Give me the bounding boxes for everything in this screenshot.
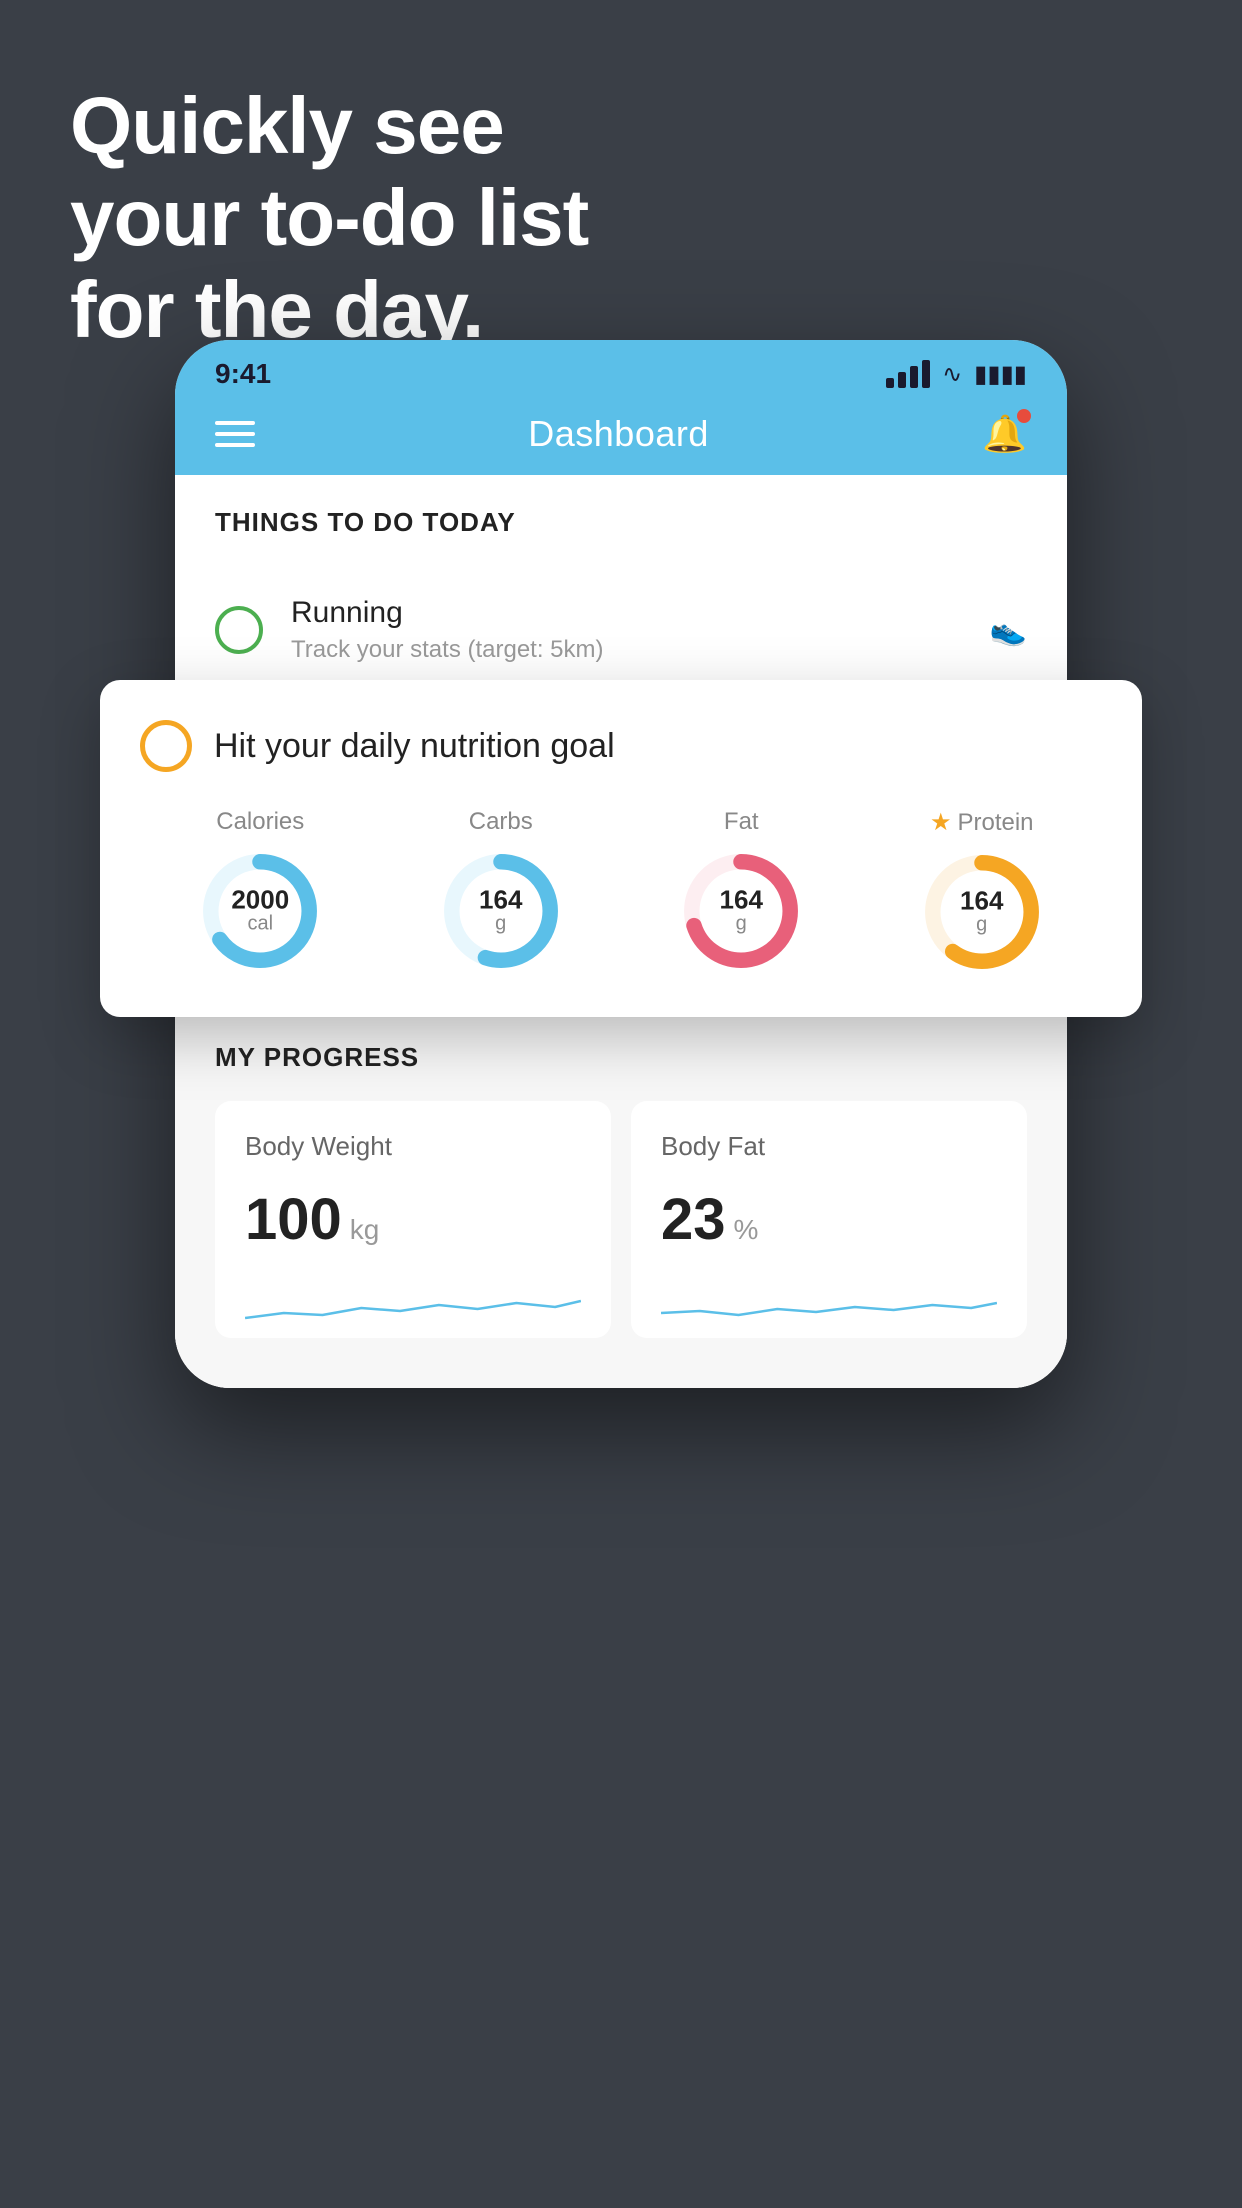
body-weight-value: 100 (245, 1186, 342, 1253)
status-bar: 9:41 ∿ ▮▮▮▮ (175, 340, 1067, 398)
calories-donut: 2000 cal (195, 846, 325, 976)
body-fat-chart (661, 1273, 997, 1333)
protein-unit: g (960, 914, 1003, 937)
nav-bar: Dashboard 🔔 (175, 398, 1067, 475)
nutrition-check-circle (140, 720, 192, 772)
nav-title: Dashboard (528, 413, 709, 455)
hero-line1: Quickly see (70, 80, 588, 172)
calories-item: Calories 2000 cal (195, 808, 325, 976)
bell-icon[interactable]: 🔔 (982, 413, 1027, 455)
calories-value: 2000 (231, 887, 289, 913)
body-weight-chart (245, 1273, 581, 1333)
status-time: 9:41 (215, 358, 271, 390)
carbs-donut: 164 g (436, 846, 566, 976)
progress-cards: Body Weight 100 kg Body Fat 23 % (215, 1101, 1027, 1338)
bell-notification-dot (1017, 409, 1031, 423)
carbs-label: Carbs (469, 808, 533, 836)
protein-value: 164 (960, 888, 1003, 914)
running-title: Running (291, 596, 990, 630)
section-title: THINGS TO DO TODAY (215, 507, 516, 537)
card-header: Hit your daily nutrition goal (140, 720, 1102, 772)
body-fat-value-row: 23 % (661, 1186, 997, 1253)
section-header: THINGS TO DO TODAY (175, 475, 1067, 558)
fat-donut: 164 g (676, 846, 806, 976)
list-item[interactable]: Running Track your stats (target: 5km) 👟 (215, 568, 1027, 693)
carbs-value: 164 (479, 887, 522, 913)
calories-label: Calories (216, 808, 304, 836)
nutrition-card-title: Hit your daily nutrition goal (214, 727, 615, 766)
shoe-icon: 👟 (990, 613, 1027, 648)
status-icons: ∿ ▮▮▮▮ (886, 360, 1027, 389)
body-fat-card[interactable]: Body Fat 23 % (631, 1101, 1027, 1338)
calories-unit: cal (231, 913, 289, 936)
fat-unit: g (720, 913, 763, 936)
fat-value: 164 (720, 887, 763, 913)
protein-item: ★ Protein 164 g (917, 808, 1047, 977)
protein-label: ★ Protein (930, 808, 1034, 837)
wifi-icon: ∿ (942, 360, 962, 389)
fat-label: Fat (724, 808, 759, 836)
body-fat-value: 23 (661, 1186, 726, 1253)
star-icon: ★ (930, 808, 952, 837)
body-fat-unit: % (734, 1214, 759, 1246)
carbs-item: Carbs 164 g (436, 808, 566, 976)
todo-circle-running (215, 606, 263, 654)
battery-icon: ▮▮▮▮ (974, 360, 1027, 389)
nutrition-circles: Calories 2000 cal Carbs (140, 808, 1102, 977)
carbs-unit: g (479, 913, 522, 936)
progress-section: MY PROGRESS Body Weight 100 kg Body Fat (175, 1002, 1067, 1338)
progress-title: MY PROGRESS (215, 1042, 1027, 1073)
body-fat-label: Body Fat (661, 1131, 997, 1162)
signal-icon (886, 360, 930, 388)
running-subtitle: Track your stats (target: 5km) (291, 636, 990, 664)
nutrition-card[interactable]: Hit your daily nutrition goal Calories 2… (100, 680, 1142, 1017)
body-weight-label: Body Weight (245, 1131, 581, 1162)
protein-donut: 164 g (917, 847, 1047, 977)
hero-text: Quickly see your to-do list for the day. (70, 80, 588, 356)
fat-item: Fat 164 g (676, 808, 806, 976)
running-content: Running Track your stats (target: 5km) (291, 596, 990, 664)
body-weight-value-row: 100 kg (245, 1186, 581, 1253)
menu-icon[interactable] (215, 421, 255, 447)
body-weight-unit: kg (350, 1214, 380, 1246)
body-weight-card[interactable]: Body Weight 100 kg (215, 1101, 611, 1338)
hero-line2: your to-do list (70, 172, 588, 264)
